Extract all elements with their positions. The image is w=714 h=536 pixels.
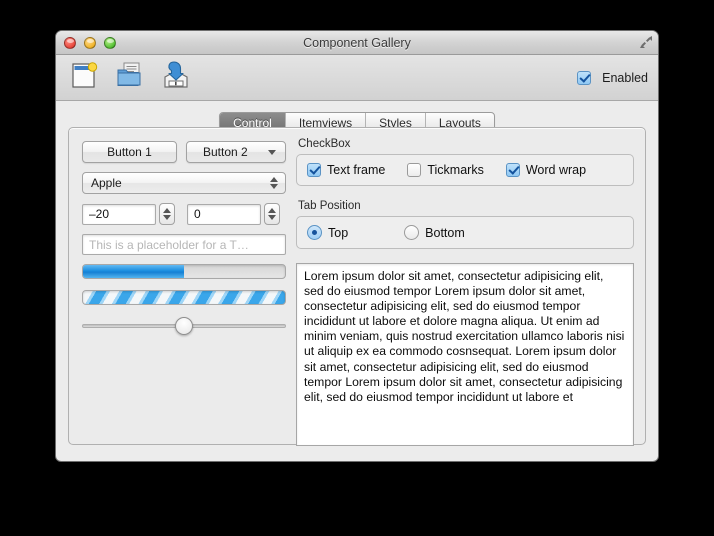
checkbox-tickmarks-label: Tickmarks xyxy=(427,163,484,177)
spinbox-2-stepper[interactable] xyxy=(264,203,280,225)
spinbox-row: –20 0 xyxy=(82,203,290,225)
combo-row: Apple xyxy=(82,172,290,194)
spinbox-1-stepper[interactable] xyxy=(159,203,175,225)
checkbox-group-box: Text frame Tickmarks Word wrap xyxy=(296,154,634,186)
button-1[interactable]: Button 1 xyxy=(82,141,177,163)
checkbox-tickmarks[interactable]: Tickmarks xyxy=(407,163,484,177)
checkbox-word-wrap[interactable]: Word wrap xyxy=(505,163,587,177)
checkbox-group-title: CheckBox xyxy=(298,138,351,150)
radio-bottom-label: Bottom xyxy=(425,225,465,240)
progress-bar-fill xyxy=(83,265,184,278)
button-2-dropdown[interactable]: Button 2 xyxy=(186,141,286,163)
fruit-combobox[interactable]: Apple xyxy=(82,172,286,194)
tab-position-group-title: Tab Position xyxy=(298,200,361,212)
zoom-button[interactable] xyxy=(104,36,116,49)
enabled-checkbox-label: Enabled xyxy=(602,70,648,85)
tab-content-panel: Button 1 Button 2 Apple –20 0 This is a … xyxy=(68,127,646,446)
open-folder-icon xyxy=(115,60,145,95)
spinbox-2-value[interactable]: 0 xyxy=(187,203,261,225)
open-folder-button[interactable] xyxy=(112,61,148,95)
save-to-disk-icon xyxy=(161,60,191,95)
chevron-down-icon xyxy=(268,150,276,155)
button-2-label: Button 2 xyxy=(203,145,248,159)
combobox-value: Apple xyxy=(91,176,122,190)
right-controls-column: CheckBox Text frame Tickmarks Word wrap xyxy=(296,138,634,446)
progress-row xyxy=(82,264,290,279)
radio-bottom[interactable]: Bottom xyxy=(404,225,465,240)
checkbox-word-wrap-label: Word wrap xyxy=(525,163,587,177)
indeterminate-progress-bar xyxy=(82,290,286,305)
toolbar: Enabled xyxy=(56,55,658,101)
placeholder-text-input[interactable]: This is a placeholder for a T… xyxy=(82,234,286,255)
title-bar: Component Gallery xyxy=(56,31,658,55)
enabled-checkbox[interactable]: Enabled xyxy=(577,70,648,85)
slider-handle[interactable] xyxy=(175,317,193,335)
busy-progress-row xyxy=(82,290,290,305)
radio-indicator[interactable] xyxy=(307,225,322,240)
checkbox-indicator[interactable] xyxy=(407,163,422,177)
resize-arrows-icon[interactable] xyxy=(639,35,653,49)
checkbox-text-frame-label: Text frame xyxy=(327,163,386,177)
checkbox-indicator[interactable] xyxy=(577,70,592,85)
horizontal-slider[interactable] xyxy=(82,316,286,336)
slider-row xyxy=(82,316,290,336)
close-button[interactable] xyxy=(64,36,76,49)
progress-bar xyxy=(82,264,286,279)
checkbox-indicator[interactable] xyxy=(307,163,321,177)
line-edit-row: This is a placeholder for a T… xyxy=(82,234,290,255)
checkbox-text-frame[interactable]: Text frame xyxy=(307,163,385,177)
updown-arrows-icon xyxy=(270,177,278,189)
window-title: Component Gallery xyxy=(303,35,411,50)
text-edit-area[interactable]: Lorem ipsum dolor sit amet, consectetur … xyxy=(296,263,634,446)
save-button[interactable] xyxy=(158,61,194,95)
spinbox-1-value[interactable]: –20 xyxy=(82,203,156,225)
spinbox-2[interactable]: 0 xyxy=(187,203,280,225)
new-document-icon xyxy=(69,60,99,95)
tab-position-group-box: Top Bottom xyxy=(296,216,634,249)
radio-indicator[interactable] xyxy=(404,225,420,240)
radio-top[interactable]: Top xyxy=(307,225,348,240)
minimize-button[interactable] xyxy=(84,36,96,49)
radio-top-label: Top xyxy=(328,225,349,240)
checkbox-group: CheckBox Text frame Tickmarks Word wrap xyxy=(296,138,634,186)
traffic-light-group xyxy=(64,36,116,49)
tab-position-group: Tab Position Top Bottom xyxy=(296,200,634,249)
spinbox-1[interactable]: –20 xyxy=(82,203,175,225)
new-document-button[interactable] xyxy=(66,61,102,95)
button-row: Button 1 Button 2 xyxy=(82,141,290,163)
application-window: Component Gallery Enabled Control Itemvi… xyxy=(55,30,659,462)
left-controls-column: Button 1 Button 2 Apple –20 0 This is a … xyxy=(82,141,290,345)
checkbox-indicator[interactable] xyxy=(505,163,520,177)
